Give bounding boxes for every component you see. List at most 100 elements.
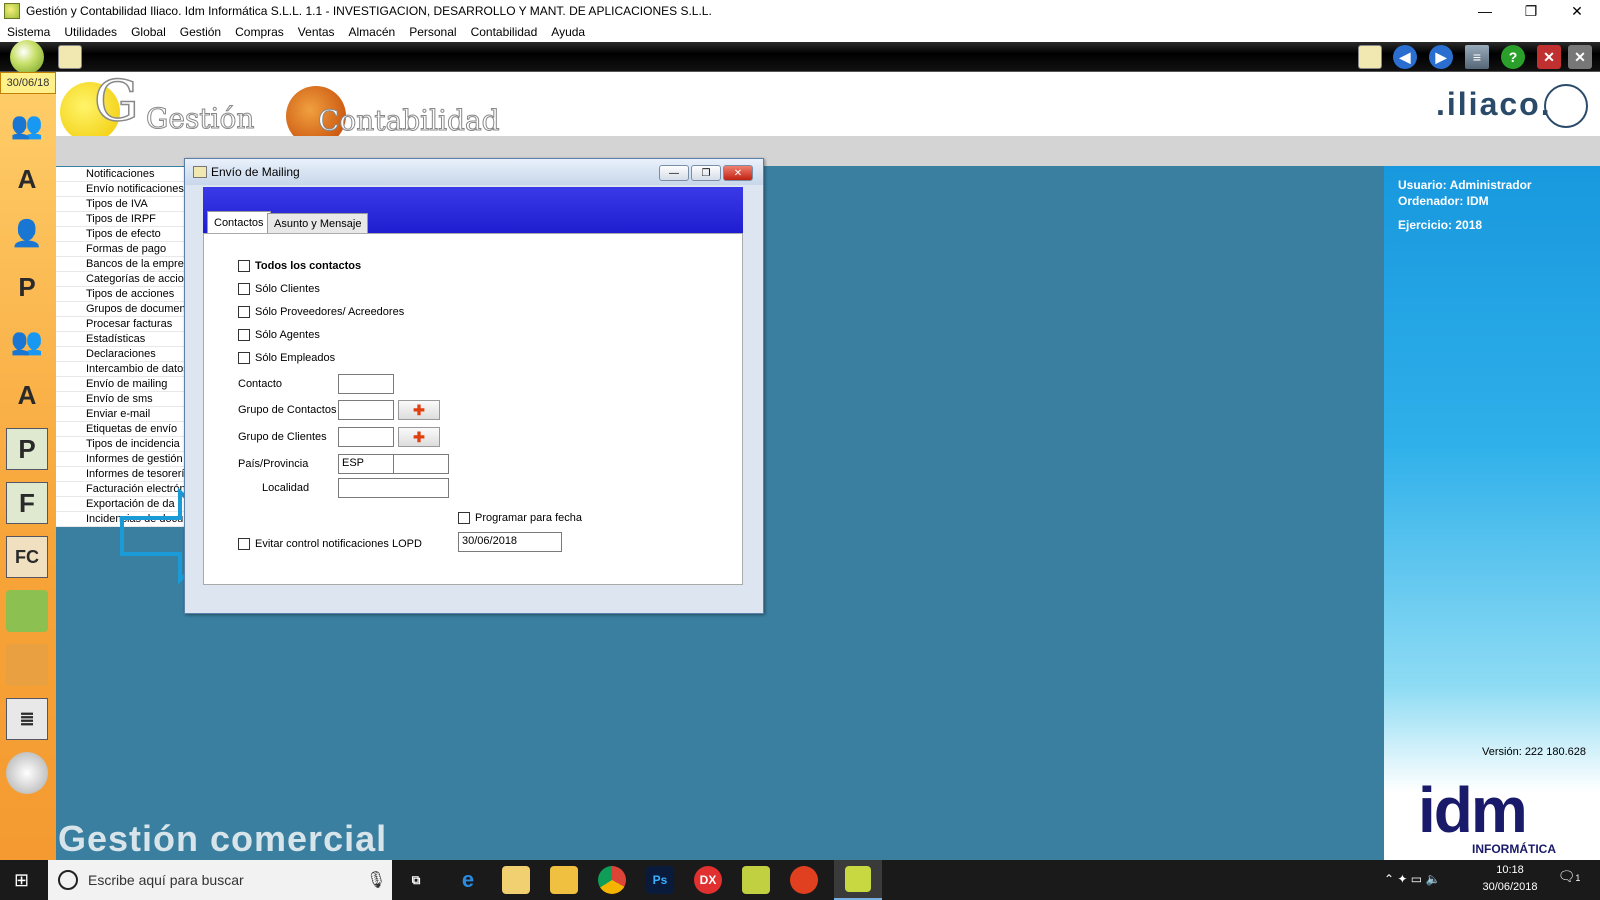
- dx-app-icon[interactable]: DX: [694, 866, 722, 894]
- solo-empleados-checkbox[interactable]: Sólo Empleados: [238, 352, 335, 364]
- nav-item[interactable]: Enviar e-mail: [56, 407, 185, 422]
- back-arrow-icon[interactable]: ◀: [1393, 45, 1417, 69]
- mail-icon[interactable]: [58, 45, 82, 69]
- task-view-icon[interactable]: ⧉: [402, 866, 430, 894]
- dialog-minimize-button[interactable]: —: [659, 165, 689, 181]
- nav-item[interactable]: Tipos de incidencia: [56, 437, 185, 452]
- solo-proveedores-checkbox[interactable]: Sólo Proveedores/ Acreedores: [238, 306, 404, 318]
- tray-icons[interactable]: ⌃ ✦ ▭ 🔈: [1384, 872, 1440, 886]
- menu-compras[interactable]: Compras: [235, 25, 284, 39]
- tab-contactos[interactable]: Contactos: [207, 211, 271, 233]
- user-icon[interactable]: 👤: [6, 212, 48, 254]
- tab-asunto-mensaje[interactable]: Asunto y Mensaje: [267, 213, 369, 233]
- fc-icon[interactable]: FC: [6, 536, 48, 578]
- p-icon[interactable]: P: [6, 428, 48, 470]
- menu-sistema[interactable]: Sistema: [7, 25, 50, 39]
- close-red-icon[interactable]: ✕: [1537, 45, 1561, 69]
- checkbox-box: [238, 329, 250, 341]
- users-icon[interactable]: 👥: [6, 320, 48, 362]
- list-icon[interactable]: ≡: [1465, 45, 1489, 69]
- user-a-icon[interactable]: A: [6, 374, 48, 416]
- restore-button[interactable]: ❐: [1508, 0, 1554, 22]
- nav-item[interactable]: Envío de sms: [56, 392, 185, 407]
- minimize-button[interactable]: —: [1462, 0, 1508, 22]
- menu-contabilidad[interactable]: Contabilidad: [471, 25, 538, 39]
- menu-almacen[interactable]: Almacén: [349, 25, 396, 39]
- fiscal-year-label: Ejercicio: 2018: [1398, 218, 1483, 232]
- nav-item[interactable]: Tipos de IRPF: [56, 212, 185, 227]
- help-icon[interactable]: ?: [1501, 45, 1525, 69]
- programar-fecha-checkbox[interactable]: Programar para fecha: [458, 512, 582, 524]
- add-grupo-contactos-button[interactable]: ✚: [398, 400, 440, 420]
- notification-center-icon[interactable]: 🗨1: [1556, 868, 1582, 892]
- menu-gestion[interactable]: Gestión: [180, 25, 221, 39]
- notebook-icon[interactable]: ≣: [6, 698, 48, 740]
- taskbar-clock[interactable]: 10:18 30/06/2018: [1470, 862, 1550, 896]
- dialog-restore-button[interactable]: ❐: [691, 165, 721, 181]
- contacto-input[interactable]: [338, 374, 394, 394]
- nav-item[interactable]: Tipos de acciones: [56, 287, 185, 302]
- nav-item[interactable]: Grupos de documen: [56, 302, 185, 317]
- computer-label: Ordenador: IDM: [1398, 194, 1489, 208]
- contabilidad-logo-text: Contabilidad: [318, 104, 501, 138]
- people-icon[interactable]: 👥: [6, 104, 48, 146]
- dialog-title: Envío de Mailing: [211, 165, 300, 179]
- microphone-icon[interactable]: 🎙: [366, 870, 386, 890]
- nav-item[interactable]: Tipos de efecto: [56, 227, 185, 242]
- dialog-close-button[interactable]: ✕: [723, 165, 753, 181]
- gestion-active-app-icon[interactable]: [834, 860, 882, 900]
- nav-item[interactable]: Etiquetas de envío: [56, 422, 185, 437]
- menu-global[interactable]: Global: [131, 25, 166, 39]
- pais-input[interactable]: ESP: [338, 454, 394, 474]
- windows-start-icon[interactable]: ⊞: [14, 870, 29, 891]
- localidad-input[interactable]: [338, 478, 449, 498]
- nav-item[interactable]: Informes de tesorería: [56, 467, 185, 482]
- user-p-icon[interactable]: P: [6, 266, 48, 308]
- todos-contactos-checkbox[interactable]: Todos los contactos: [238, 260, 361, 272]
- nav-item[interactable]: Tipos de IVA: [56, 197, 185, 212]
- nav-item[interactable]: Declaraciones: [56, 347, 185, 362]
- nav-item[interactable]: Envío notificaciones: [56, 182, 185, 197]
- solo-clientes-checkbox[interactable]: Sólo Clientes: [238, 283, 320, 295]
- nav-item[interactable]: Estadísticas: [56, 332, 185, 347]
- forward-arrow-icon[interactable]: ▶: [1429, 45, 1453, 69]
- nav-item[interactable]: Envío de mailing: [56, 377, 185, 392]
- menu-personal[interactable]: Personal: [409, 25, 456, 39]
- bag-green-icon[interactable]: [6, 590, 48, 632]
- provincia-input[interactable]: [393, 454, 449, 474]
- mail-open-icon[interactable]: [1358, 45, 1382, 69]
- add-grupo-clientes-button[interactable]: ✚: [398, 427, 440, 447]
- menu-utilidades[interactable]: Utilidades: [64, 25, 117, 39]
- book-a-icon[interactable]: A: [6, 158, 48, 200]
- search-input[interactable]: Escribe aquí para buscar: [88, 872, 244, 888]
- nav-item[interactable]: Notificaciones: [56, 167, 185, 182]
- home-orb-icon[interactable]: [10, 40, 44, 74]
- f-icon[interactable]: F: [6, 482, 48, 524]
- nav-item[interactable]: Procesar facturas: [56, 317, 185, 332]
- close-button[interactable]: ✕: [1554, 0, 1600, 22]
- mail-app-icon[interactable]: [502, 866, 530, 894]
- taskbar-search[interactable]: Escribe aquí para buscar 🎙: [48, 860, 392, 900]
- fecha-input[interactable]: 30/06/2018: [458, 532, 562, 552]
- grupo-contactos-input[interactable]: [338, 400, 394, 420]
- file-explorer-icon[interactable]: [550, 866, 578, 894]
- nav-item[interactable]: Formas de pago: [56, 242, 185, 257]
- chrome-icon[interactable]: [598, 866, 626, 894]
- evitar-lopd-checkbox[interactable]: Evitar control notificaciones LOPD: [238, 538, 422, 550]
- app-icon[interactable]: [790, 866, 818, 894]
- solo-agentes-checkbox[interactable]: Sólo Agentes: [238, 329, 320, 341]
- bag-orange-icon[interactable]: [6, 644, 48, 686]
- nav-item[interactable]: Intercambio de datos: [56, 362, 185, 377]
- exit-icon[interactable]: ✕: [1568, 45, 1592, 69]
- footer-module-text: Gestión comercial: [58, 818, 388, 859]
- iliaco-app-icon[interactable]: [742, 866, 770, 894]
- nav-item[interactable]: Informes de gestión: [56, 452, 185, 467]
- photoshop-icon[interactable]: Ps: [646, 866, 674, 894]
- disc-icon[interactable]: [6, 752, 48, 794]
- menu-ventas[interactable]: Ventas: [298, 25, 335, 39]
- nav-item[interactable]: Categorías de accion: [56, 272, 185, 287]
- menu-ayuda[interactable]: Ayuda: [551, 25, 585, 39]
- grupo-clientes-input[interactable]: [338, 427, 394, 447]
- edge-icon[interactable]: e: [454, 866, 482, 894]
- nav-item[interactable]: Bancos de la empres: [56, 257, 185, 272]
